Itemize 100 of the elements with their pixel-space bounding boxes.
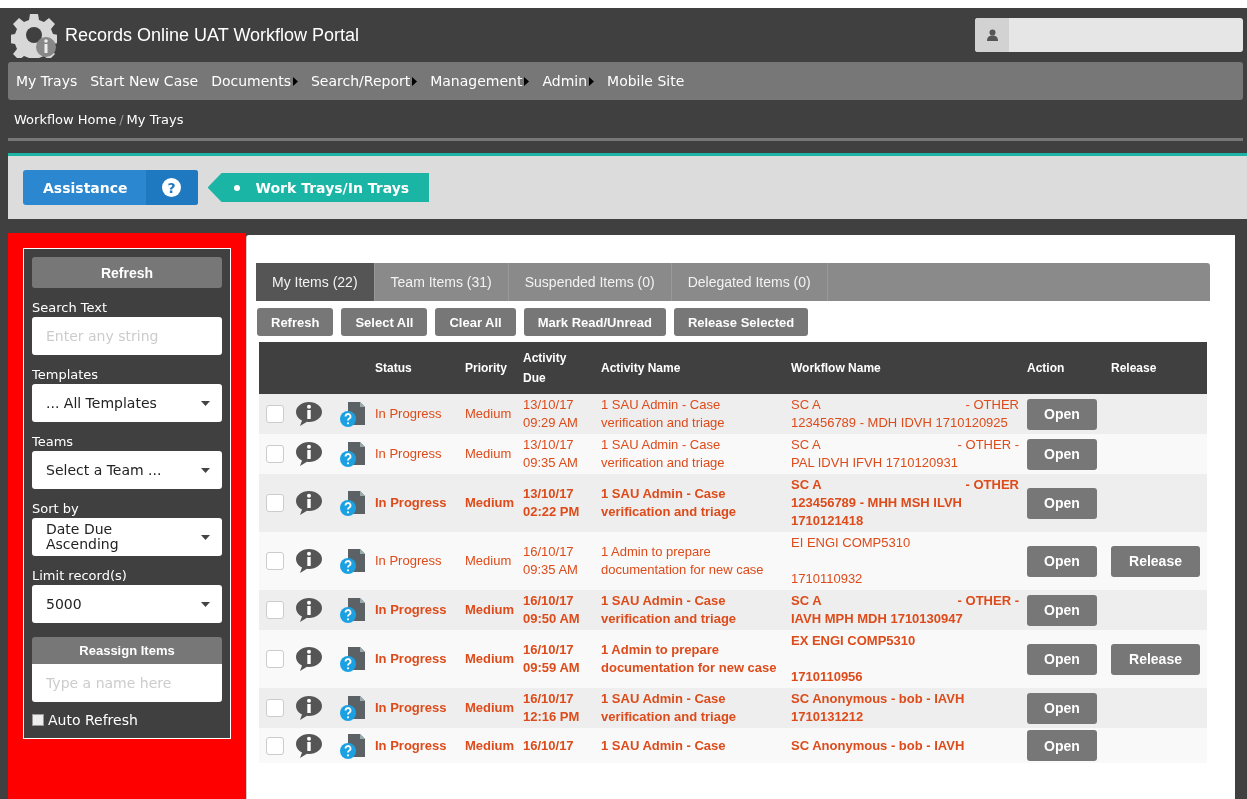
checkbox[interactable] xyxy=(32,714,44,726)
table-cell: SC A xyxy=(791,592,822,610)
table-cell: 1 SAU Admin - Case verification and triage xyxy=(601,437,725,470)
table-cell: 16/10/17 12:16 PM xyxy=(523,691,580,724)
table-cell: In Progress xyxy=(375,495,447,510)
nav-item[interactable]: Start New Case xyxy=(90,73,199,89)
row-checkbox[interactable] xyxy=(266,650,284,668)
nav-item[interactable]: Documents xyxy=(211,73,298,89)
toolbar-button[interactable]: Release Selected xyxy=(673,308,809,336)
toolbar-button[interactable]: Select All xyxy=(341,308,428,336)
field-label: Sort by xyxy=(32,501,80,516)
caret-icon xyxy=(201,601,210,607)
info-bubble-icon[interactable] xyxy=(295,490,323,516)
dropdown[interactable]: 5000 xyxy=(32,585,222,623)
open-button[interactable]: Open xyxy=(1027,438,1097,470)
breadcrumb-link[interactable]: Workflow Home xyxy=(14,111,117,127)
table-cell: 1 SAU Admin - Case verification and triage xyxy=(601,397,725,430)
row-checkbox[interactable] xyxy=(266,736,284,755)
table-cell: 13/10/17 02:22 PM xyxy=(523,486,580,519)
table-cell: - OTHER - xyxy=(957,592,1019,610)
table-cell: In Progress xyxy=(375,553,442,568)
table-cell: In Progress xyxy=(375,446,442,461)
row-checkbox[interactable] xyxy=(266,494,284,512)
row-checkbox[interactable] xyxy=(266,699,284,717)
caret-icon xyxy=(201,467,210,473)
table-cell: 1 SAU Admin - Case verification and triage xyxy=(601,486,737,519)
nav-item[interactable]: Search/Report xyxy=(310,73,418,89)
table-cell: Medium xyxy=(465,446,512,461)
table-cell: Medium xyxy=(465,602,515,617)
document-help-icon[interactable] xyxy=(339,694,367,722)
open-button[interactable]: Open xyxy=(1027,487,1097,519)
table-cell: 13/10/17 09:29 AM xyxy=(523,397,578,430)
page-tag: Work Trays/In Trays xyxy=(207,173,430,202)
field-label: Teams xyxy=(32,434,75,449)
app-title: Records Online UAT Workflow Portal xyxy=(65,24,360,46)
column-header: Workflow Name xyxy=(791,361,881,375)
assistance-button[interactable]: Assistance ? xyxy=(23,170,198,205)
open-button[interactable]: Open xyxy=(1027,730,1097,761)
info-bubble-icon[interactable] xyxy=(295,401,323,427)
table-cell: Medium xyxy=(465,406,512,421)
info-bubble-icon[interactable] xyxy=(295,695,323,721)
info-bubble-icon[interactable] xyxy=(295,548,323,574)
toolbar-button[interactable]: Refresh xyxy=(257,308,334,336)
dropdown[interactable]: Date Due Ascending xyxy=(32,518,222,556)
table-cell-text: 123456789 - MHH MSH ILVH 1710121418 xyxy=(791,494,963,530)
release-button[interactable]: Release xyxy=(1111,643,1200,675)
dropdown[interactable]: ... All Templates xyxy=(32,384,222,422)
table-cell: SC A xyxy=(791,436,821,454)
table-cell: Medium xyxy=(465,495,515,510)
row-checkbox[interactable] xyxy=(266,445,284,463)
open-button[interactable]: Open xyxy=(1027,545,1097,577)
table-cell: 16/10/17 xyxy=(523,737,574,753)
document-help-icon[interactable] xyxy=(339,731,367,760)
dropdown[interactable]: Select a Team ... xyxy=(32,451,222,489)
row-checkbox[interactable] xyxy=(266,601,284,619)
nav-item[interactable]: Management xyxy=(430,73,530,89)
breadcrumb-link[interactable]: My Trays xyxy=(126,111,184,127)
field-label: Limit record(s) xyxy=(32,568,128,583)
user-icon xyxy=(986,29,998,41)
user-field[interactable] xyxy=(975,18,1243,52)
table-cell: Medium xyxy=(465,737,515,753)
table-cell: Medium xyxy=(465,700,515,715)
document-help-icon[interactable] xyxy=(339,596,367,624)
info-bubble-icon[interactable] xyxy=(295,732,323,759)
column-header: Activity Due xyxy=(523,350,568,387)
release-button[interactable]: Release xyxy=(1111,545,1200,577)
row-checkbox[interactable] xyxy=(266,552,284,570)
document-help-icon[interactable] xyxy=(339,645,367,673)
tab[interactable]: My Items (22) xyxy=(256,263,375,301)
table-cell: SC A xyxy=(791,476,822,494)
table-cell: 1 Admin to prepare documentation for new case xyxy=(601,544,764,577)
column-header: Priority xyxy=(465,361,507,375)
caret-icon xyxy=(524,76,530,86)
document-help-icon[interactable] xyxy=(339,547,367,575)
document-help-icon[interactable] xyxy=(339,400,367,428)
refresh-button[interactable]: Refresh xyxy=(32,257,222,288)
reassign-button[interactable]: Reassign Items xyxy=(32,637,222,664)
info-bubble-icon[interactable] xyxy=(295,441,323,467)
document-help-icon[interactable] xyxy=(339,440,367,468)
column-header: Release xyxy=(1111,361,1157,375)
open-button[interactable]: Open xyxy=(1027,398,1097,430)
toolbar-button[interactable]: Mark Read/Unread xyxy=(523,308,666,336)
info-bubble-icon[interactable] xyxy=(295,597,323,623)
nav-item[interactable]: Admin xyxy=(542,73,595,89)
open-button[interactable]: Open xyxy=(1027,594,1097,626)
toolbar-button[interactable]: Clear All xyxy=(435,308,516,336)
open-button[interactable]: Open xyxy=(1027,643,1097,675)
table-cell: SC Anonymous - bob - IAVH xyxy=(791,736,965,755)
row-checkbox[interactable] xyxy=(266,405,284,423)
checkbox-label: Auto Refresh xyxy=(48,712,138,728)
info-bubble-icon[interactable] xyxy=(295,646,323,672)
nav-item[interactable]: My Trays xyxy=(16,73,78,89)
document-help-icon[interactable] xyxy=(339,489,367,517)
table-cell-text: 1710131212 xyxy=(791,708,865,726)
table-cell-text: 1710110932 xyxy=(791,570,864,588)
nav-item[interactable]: Mobile Site xyxy=(607,73,685,89)
table-cell: 13/10/17 09:35 AM xyxy=(523,437,578,470)
table-cell: 1 SAU Admin - Case xyxy=(601,737,726,753)
table-cell: In Progress xyxy=(375,602,447,617)
open-button[interactable]: Open xyxy=(1027,692,1097,724)
